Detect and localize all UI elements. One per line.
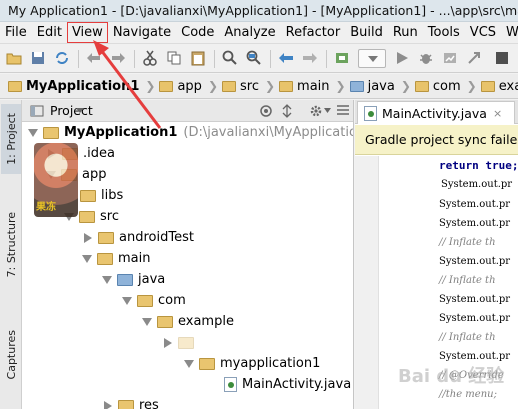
watermark: Bai du 经验: [398, 366, 505, 387]
annotation-arrow: [93, 40, 162, 129]
